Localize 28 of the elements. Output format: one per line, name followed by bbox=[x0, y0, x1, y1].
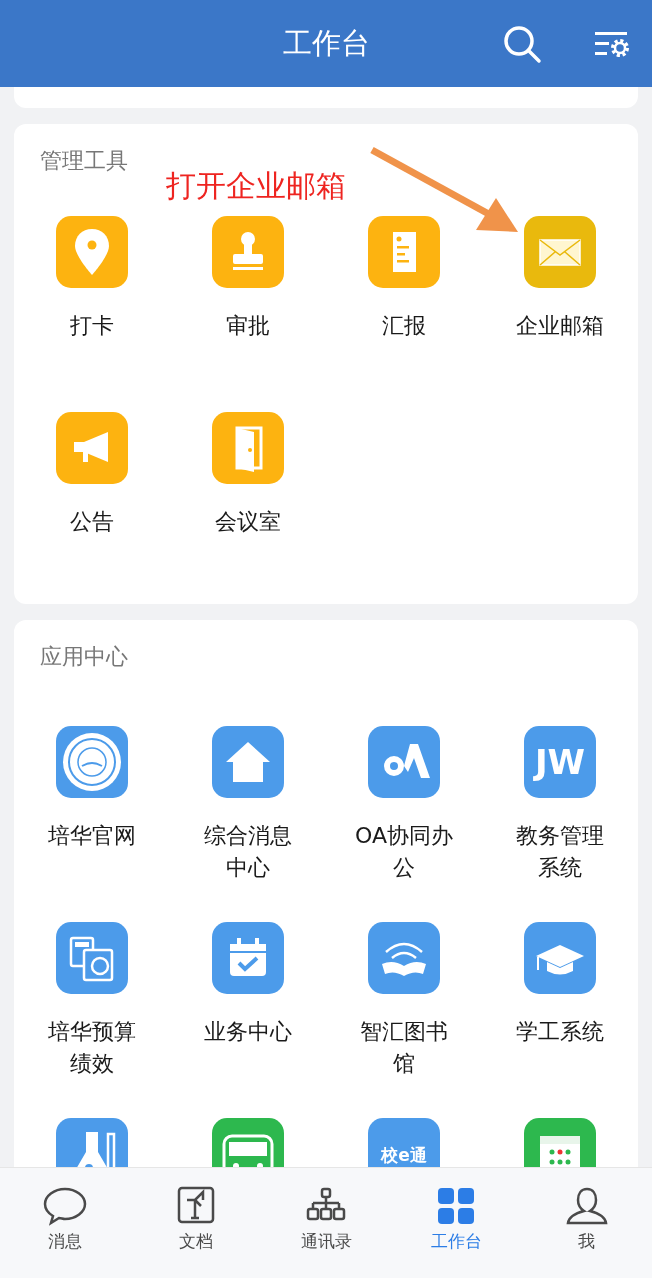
annotation-text: 打开企业邮箱 bbox=[166, 167, 346, 205]
search-icon bbox=[502, 24, 542, 64]
app-shortcut[interactable]: 综合消息中心 bbox=[170, 726, 326, 898]
letters-icon: 校e通 bbox=[368, 1118, 440, 1167]
app-shortcut[interactable]: 公告 bbox=[14, 412, 170, 584]
tab[interactable]: 消息 bbox=[0, 1168, 131, 1278]
app-shortcut[interactable]: 打卡 bbox=[14, 216, 170, 388]
letters-icon: JW bbox=[524, 726, 596, 798]
tab[interactable]: 通讯录 bbox=[260, 1168, 392, 1278]
app-shortcut[interactable]: 培华官网 bbox=[14, 726, 170, 898]
app-shortcut[interactable]: 汇报 bbox=[326, 216, 482, 388]
page-title: 工作台 bbox=[282, 24, 370, 62]
app-shortcut[interactable]: JW 教务管理系统 bbox=[482, 726, 638, 898]
chat-bubble-icon bbox=[42, 1186, 89, 1226]
app-shortcut[interactable]: OA协同办公 bbox=[326, 726, 482, 898]
tab[interactable]: 文档 bbox=[130, 1168, 261, 1278]
app-shortcut[interactable]: 会议室 bbox=[170, 412, 326, 584]
tab[interactable]: 我 bbox=[521, 1168, 652, 1278]
search-button[interactable] bbox=[502, 24, 542, 64]
tab[interactable]: 工作台 bbox=[391, 1168, 522, 1278]
app-shortcut[interactable]: 培华预算绩效 bbox=[14, 922, 170, 1094]
app-shortcut[interactable]: 企业邮箱 bbox=[482, 216, 638, 388]
section-title: 应用中心 bbox=[40, 643, 128, 671]
app-shortcut[interactable]: 学工系统 bbox=[482, 922, 638, 1094]
app-shortcut[interactable]: 业务中心 bbox=[170, 922, 326, 1094]
section-title: 管理工具 bbox=[40, 147, 128, 175]
app-shortcut[interactable]: 智汇图书馆 bbox=[326, 922, 482, 1094]
app-shortcut[interactable]: 审批 bbox=[170, 216, 326, 388]
